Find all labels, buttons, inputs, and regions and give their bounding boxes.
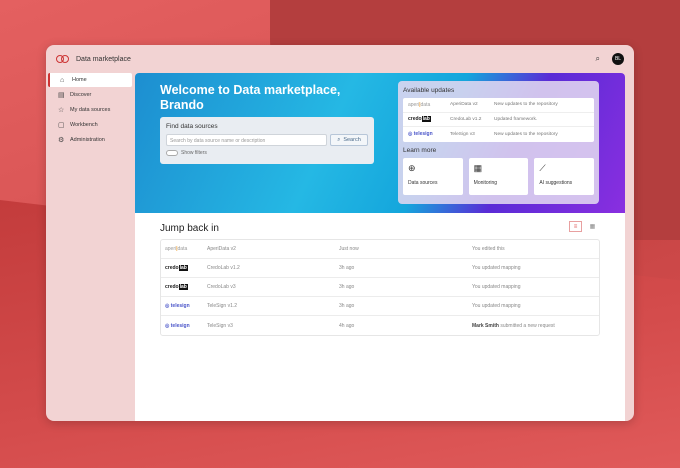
- sidebar-item-label: Administration: [70, 137, 105, 143]
- monitoring-icon: ▦: [473, 162, 483, 173]
- sidebar-item-workbench[interactable]: ▢ Workbench: [48, 118, 132, 132]
- card-label: AI suggestions: [539, 179, 573, 186]
- search-input[interactable]: Search by data source name or descriptio…: [166, 134, 327, 146]
- table-row[interactable]: aperi|data AperiData v2 Just now You edited…: [161, 240, 599, 259]
- item-desc: New updates to the repository: [494, 102, 558, 108]
- aperidata-logo: aperi|data: [165, 246, 188, 252]
- row-time: 3h ago: [339, 303, 355, 309]
- card-label: Data sources: [408, 179, 438, 186]
- sidebar-item-administration[interactable]: ⚙ Administration: [48, 133, 132, 147]
- avatar[interactable]: BL: [612, 53, 624, 65]
- jump-back-in-title: Jump back in: [160, 223, 219, 234]
- sidebar-item-discover[interactable]: ▤ Discover: [48, 88, 132, 102]
- show-filters-toggle[interactable]: Show filters: [166, 150, 368, 156]
- learn-more-title: Learn more: [403, 146, 437, 154]
- top-bar: Data marketplace ⌕ BL: [46, 45, 634, 73]
- search-icon: ⌕: [337, 136, 341, 143]
- row-activity: You updated mapping: [472, 265, 521, 271]
- sidebar-item-label: Discover: [70, 92, 92, 98]
- app-title: Data marketplace: [76, 55, 131, 63]
- row-name: AperiData v2: [207, 246, 236, 252]
- list-item[interactable]: aperi|data AperiData v2 New updates to the…: [403, 98, 594, 113]
- toggle-label: Show filters: [181, 150, 207, 156]
- item-name: TeleSign v3: [450, 131, 475, 137]
- data-sources-icon: ⊕: [408, 162, 416, 173]
- table-row[interactable]: credolab CredoLab v1.2 3h ago You updated m…: [161, 259, 599, 278]
- app-window: Data marketplace ⌕ BL ⌂ Home ▤ Discover ☆ M…: [46, 45, 634, 421]
- sidebar: ⌂ Home ▤ Discover ☆ My data sources ▢ Workbe…: [46, 73, 134, 148]
- row-name: TeleSign v3: [207, 322, 233, 329]
- available-updates-panel: Available updates aperi|data AperiData v2…: [398, 81, 599, 204]
- recent-table: aperi|data AperiData v2 Just now You edited…: [160, 239, 600, 336]
- search-icon[interactable]: ⌕: [596, 54, 600, 64]
- row-name: CredoLab v3: [207, 284, 236, 290]
- briefcase-icon: ▢: [58, 122, 65, 129]
- telesign-logo: ◎ telesign: [165, 322, 190, 329]
- table-row[interactable]: ◎ telesign TeleSign v3 4h ago Mark Smith su…: [161, 316, 599, 335]
- table-row[interactable]: credolab CredoLab v3 3h ago You updated map…: [161, 278, 599, 297]
- row-time: Just now: [339, 246, 359, 252]
- updates-list: aperi|data AperiData v2 New updates to the…: [403, 98, 594, 142]
- admin-icon: ⚙: [58, 137, 65, 144]
- toggle-switch[interactable]: [166, 150, 178, 156]
- item-desc: New updates to the repository: [494, 131, 558, 137]
- item-name: CredoLab v1.2: [450, 116, 482, 122]
- item-name: AperiData v2: [450, 102, 478, 108]
- sidebar-item-label: My data sources: [70, 107, 111, 113]
- credolab-logo: credolab: [408, 116, 431, 123]
- telesign-logo: ◎ telesign: [165, 303, 190, 309]
- row-activity: You updated mapping: [472, 303, 521, 309]
- credolab-logo: credolab: [165, 284, 188, 290]
- main-content: Welcome to Data marketplace, Brando Find …: [135, 73, 625, 421]
- card-monitoring[interactable]: ▦ Monitoring: [468, 157, 529, 195]
- app-logo-icon: [56, 55, 70, 63]
- row-time: 3h ago: [339, 284, 355, 290]
- row-activity: Mark Smith submitted a new request: [472, 322, 555, 329]
- list-item[interactable]: ◎ telesign TeleSign v3 New updates to the …: [403, 127, 594, 142]
- home-icon: ⌂: [60, 76, 65, 84]
- credolab-logo: credolab: [165, 265, 188, 271]
- sidebar-item-my-data-sources[interactable]: ☆ My data sources: [48, 103, 132, 117]
- search-button[interactable]: ⌕ Search: [330, 134, 368, 146]
- row-name: TeleSign v1.2: [207, 303, 238, 309]
- sparkle-icon: ⟋: [539, 162, 546, 173]
- row-time: 3h ago: [339, 265, 355, 271]
- row-activity: You edited this: [472, 246, 505, 252]
- panel-title: Available updates: [403, 87, 455, 94]
- telesign-logo: ◎ telesign: [408, 131, 433, 138]
- row-name: CredoLab v1.2: [207, 265, 240, 271]
- discover-icon: ▤: [58, 92, 65, 99]
- grid-view-icon[interactable]: ▦: [586, 221, 599, 232]
- list-item[interactable]: credolab CredoLab v1.2 Updated framework.: [403, 113, 594, 127]
- sidebar-item-label: Workbench: [70, 122, 98, 128]
- list-view-icon[interactable]: ≡: [569, 221, 582, 232]
- table-row[interactable]: ◎ telesign TeleSign v1.2 3h ago You updated…: [161, 297, 599, 316]
- find-data-sources-panel: Find data sources Search by data source …: [160, 117, 374, 164]
- card-data-sources[interactable]: ⊕ Data sources: [403, 157, 463, 195]
- panel-title: Find data sources: [166, 123, 218, 130]
- hero-banner: Welcome to Data marketplace, Brando Find …: [135, 73, 625, 213]
- aperidata-logo: aperi|data: [408, 101, 431, 108]
- search-button-label: Search: [343, 137, 361, 143]
- row-time: 4h ago: [339, 322, 355, 329]
- row-activity: You updated mapping: [472, 284, 521, 290]
- welcome-heading: Welcome to Data marketplace, Brando: [160, 83, 341, 112]
- star-icon: ☆: [58, 107, 65, 114]
- card-ai-suggestions[interactable]: ⟋ AI suggestions: [534, 157, 595, 195]
- sidebar-item-label: Home: [72, 77, 87, 83]
- sidebar-item-home[interactable]: ⌂ Home: [48, 73, 132, 87]
- item-desc: Updated framework.: [494, 116, 538, 122]
- card-label: Monitoring: [473, 179, 498, 186]
